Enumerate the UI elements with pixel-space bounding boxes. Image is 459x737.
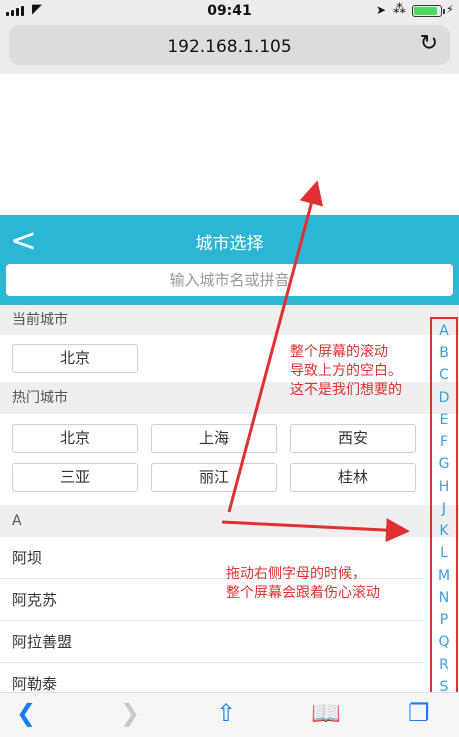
hot-city-button[interactable]: 三亚 [12, 463, 138, 492]
battery-icon [412, 5, 445, 17]
index-letter-f[interactable]: F [432, 434, 456, 450]
charging-icon: ⚡ [446, 3, 454, 16]
back-icon[interactable]: ❮ [16, 699, 36, 727]
index-letter-b[interactable]: B [432, 345, 456, 361]
bookmarks-icon[interactable]: 📖 [311, 699, 341, 727]
index-letter-q[interactable]: Q [432, 634, 456, 650]
alphabet-index[interactable]: ABCDEFGHJKLMNPQRS [430, 317, 458, 699]
hot-city-button[interactable]: 丽江 [151, 463, 277, 492]
battery-fill [414, 7, 438, 15]
index-letter-k[interactable]: K [432, 523, 456, 539]
index-letter-e[interactable]: E [432, 412, 456, 428]
hot-city-button[interactable]: 西安 [290, 424, 416, 453]
hot-city-button[interactable]: 桂林 [290, 463, 416, 492]
url-field[interactable]: 192.168.1.105 ↻ [9, 25, 450, 65]
status-bar: ◤ 09:41 ➤ ⁂ ⚡ [0, 0, 459, 22]
page-title: 城市选择 [195, 234, 264, 254]
current-city-button[interactable]: 北京 [12, 344, 138, 373]
index-letter-a[interactable]: A [432, 323, 456, 339]
blank-scroll-gap [0, 74, 459, 215]
annotation-bottom: 拖动右侧字母的时候， 整个屏幕会跟着伤心滚动 [226, 566, 380, 601]
reload-icon[interactable]: ↻ [420, 31, 438, 56]
index-letter-c[interactable]: C [432, 367, 456, 383]
hot-city-button[interactable]: 上海 [151, 424, 277, 453]
status-time: 09:41 [207, 3, 252, 19]
index-letter-p[interactable]: P [432, 612, 456, 628]
city-list-item[interactable]: 阿拉善盟 [0, 621, 425, 663]
forward-icon: ❯ [120, 699, 141, 727]
section-header-current: 当前城市 [0, 305, 459, 335]
browser-address-bar: 192.168.1.105 ↻ [0, 22, 459, 74]
section-header-a: A [0, 505, 459, 537]
url-text: 192.168.1.105 [167, 37, 292, 57]
bluetooth-icon: ⁂ [393, 2, 406, 17]
index-letter-j[interactable]: J [432, 501, 456, 517]
location-icon: ➤ [376, 3, 387, 17]
index-letter-n[interactable]: N [432, 590, 456, 606]
app-header: < 城市选择 输入城市名或拼音 [0, 215, 459, 305]
hot-city-button[interactable]: 北京 [12, 424, 138, 453]
browser-toolbar: ❮ ❯ ⇧ 📖 ❐ [0, 692, 459, 737]
city-search-input[interactable]: 输入城市名或拼音 [6, 264, 453, 296]
index-letter-d[interactable]: D [432, 390, 456, 406]
index-letter-l[interactable]: L [432, 545, 456, 561]
index-letter-r[interactable]: R [432, 657, 456, 673]
tabs-icon[interactable]: ❐ [408, 699, 430, 727]
index-letter-h[interactable]: H [432, 479, 456, 495]
index-letter-g[interactable]: G [432, 456, 456, 472]
annotation-top: 整个屏幕的滚动 导致上方的空白。 这不是我们想要的 [290, 344, 402, 398]
index-letter-m[interactable]: M [432, 568, 456, 584]
share-icon[interactable]: ⇧ [216, 699, 236, 727]
